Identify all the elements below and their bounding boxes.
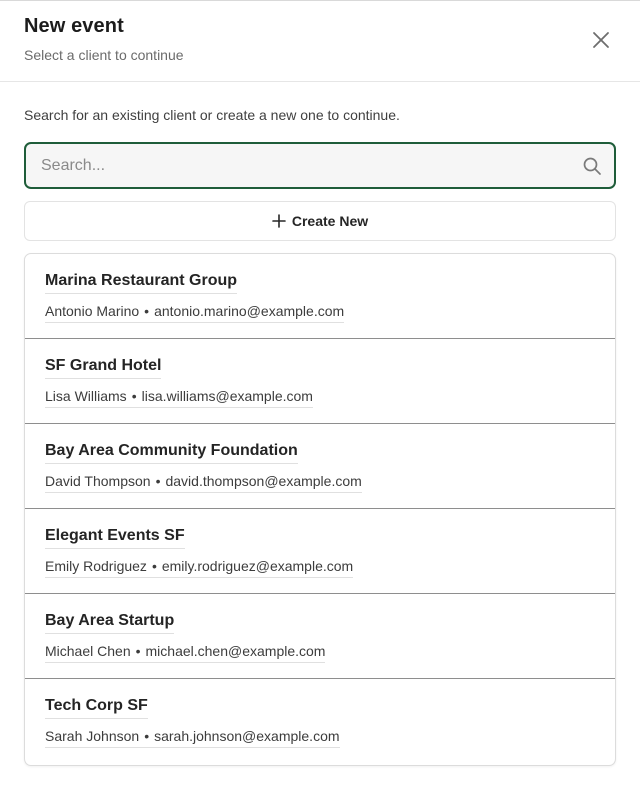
client-contact: David Thompson — [45, 473, 151, 489]
search-input[interactable] — [26, 144, 566, 187]
client-contact-line: Lisa Williams • lisa.williams@example.com — [45, 388, 313, 408]
client-email: antonio.marino@example.com — [154, 303, 345, 319]
separator: • — [144, 728, 150, 744]
search-box — [24, 142, 616, 189]
client-item[interactable]: Bay Area Startup Michael Chen • michael.ch… — [25, 594, 615, 679]
dialog-subtitle: Select a client to continue — [24, 47, 184, 63]
new-event-dialog: New event Select a client to continue Se… — [0, 0, 640, 800]
close-button[interactable] — [590, 29, 612, 51]
separator: • — [131, 388, 137, 404]
client-contact: Emily Rodriguez — [45, 558, 147, 574]
create-new-button[interactable]: Create New — [24, 201, 616, 241]
client-contact: Sarah Johnson — [45, 728, 140, 744]
search-icon[interactable] — [582, 156, 602, 176]
client-name: Bay Area Startup — [45, 612, 175, 634]
client-name: Tech Corp SF — [45, 697, 148, 719]
client-item[interactable]: Tech Corp SF Sarah Johnson • sarah.johnson… — [25, 679, 615, 765]
separator: • — [144, 303, 150, 319]
client-contact-line: Emily Rodriguez • emily.rodriguez@example.… — [45, 558, 354, 578]
separator: • — [155, 473, 161, 489]
client-email: michael.chen@example.com — [145, 643, 326, 659]
client-name: Bay Area Community Foundation — [45, 442, 298, 464]
client-item[interactable]: Elegant Events SF Emily Rodriguez • emily.… — [25, 509, 615, 594]
client-contact-line: David Thompson • david.thompson@example.co… — [45, 473, 362, 493]
client-contact-line: Antonio Marino • antonio.marino@example.co… — [45, 303, 345, 323]
client-item[interactable]: Marina Restaurant Group Antonio Marino • a… — [25, 254, 615, 339]
client-contact: Antonio Marino — [45, 303, 140, 319]
separator: • — [151, 558, 157, 574]
client-email: lisa.williams@example.com — [141, 388, 313, 404]
client-contact: Lisa Williams — [45, 388, 127, 404]
client-contact: Michael Chen — [45, 643, 131, 659]
client-list: Marina Restaurant Group Antonio Marino • a… — [24, 253, 616, 766]
dialog-header: New event Select a client to continue — [0, 1, 640, 82]
plus-icon — [272, 214, 286, 228]
separator: • — [135, 643, 141, 659]
create-new-label: Create New — [291, 213, 369, 229]
client-email: sarah.johnson@example.com — [154, 728, 340, 744]
client-item[interactable]: Bay Area Community Foundation David Thom… — [25, 424, 615, 509]
client-contact-line: Sarah Johnson • sarah.johnson@example.com — [45, 728, 340, 748]
intro-text: Search for an existing client or create … — [24, 107, 400, 123]
client-name: Marina Restaurant Group — [45, 272, 238, 294]
client-name: SF Grand Hotel — [45, 357, 162, 379]
client-contact-line: Michael Chen • michael.chen@example.com — [45, 643, 326, 663]
client-name: Elegant Events SF — [45, 527, 185, 549]
close-icon — [593, 32, 609, 48]
dialog-title: New event — [24, 15, 124, 37]
client-item[interactable]: SF Grand Hotel Lisa Williams • lisa.willia… — [25, 339, 615, 424]
client-email: emily.rodriguez@example.com — [161, 558, 354, 574]
client-email: david.thompson@example.com — [165, 473, 362, 489]
